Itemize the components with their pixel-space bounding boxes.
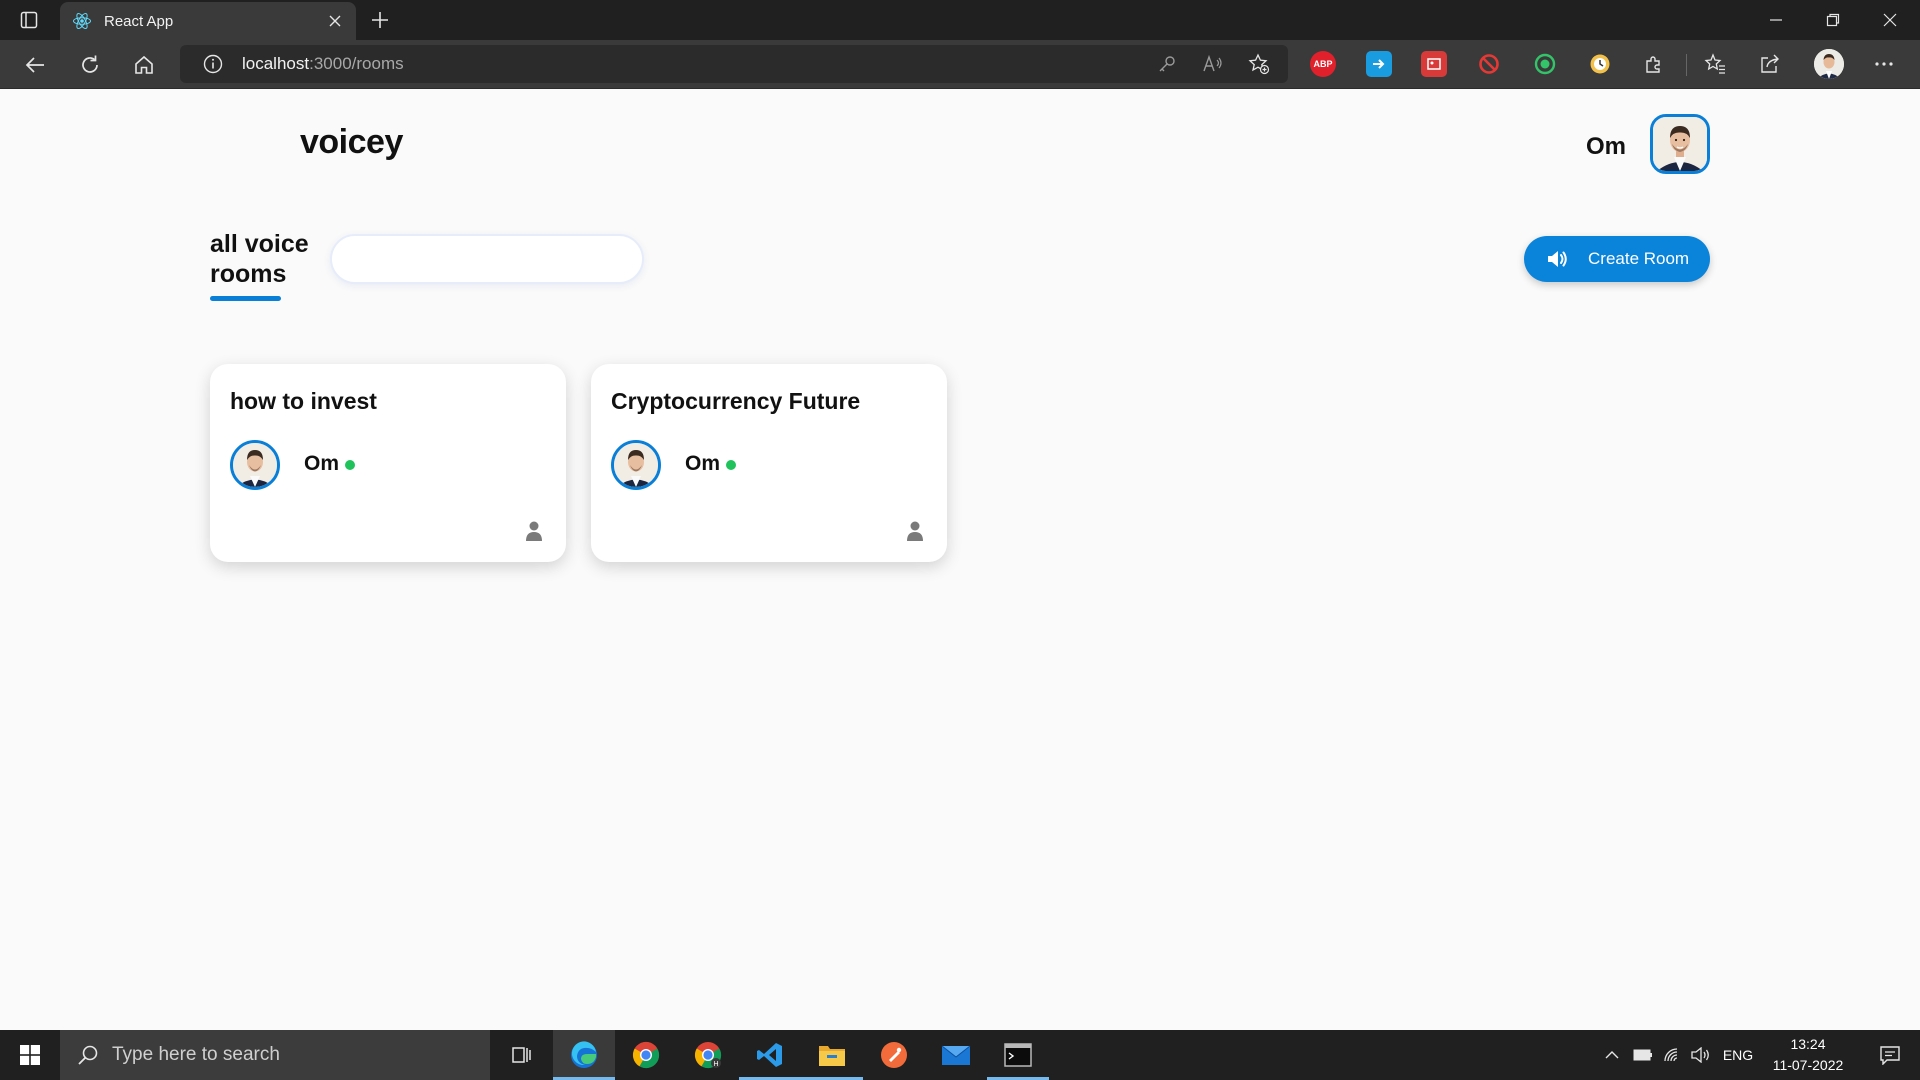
svg-text:H: H <box>713 1061 718 1068</box>
share-icon[interactable] <box>1757 51 1783 77</box>
search-icon <box>78 1045 98 1065</box>
clock-date: 11-07-2022 <box>1772 1057 1844 1073</box>
speaker-name: Om <box>304 452 340 475</box>
url-host: localhost <box>242 54 310 73</box>
new-tab-icon[interactable] <box>366 6 394 34</box>
heading-underline <box>210 296 281 301</box>
refresh-icon[interactable] <box>73 48 107 82</box>
online-indicator <box>726 460 736 470</box>
block-ext-icon[interactable] <box>1476 51 1502 77</box>
windows-taskbar: Type here to search H ENG 13:24 11-07-20… <box>0 1030 1920 1080</box>
tab-actions-icon[interactable] <box>18 9 40 31</box>
language-label: ENG <box>1722 1047 1754 1063</box>
extensions-puzzle-icon[interactable] <box>1641 51 1667 77</box>
favorites-icon[interactable] <box>1702 51 1728 77</box>
address-bar[interactable]: localhost:3000/rooms <box>180 45 1288 83</box>
create-room-label: Create Room <box>1588 249 1690 268</box>
online-indicator <box>345 460 355 470</box>
edge-app-icon[interactable] <box>553 1030 615 1080</box>
close-window-icon[interactable] <box>1862 0 1918 40</box>
url-path: :3000/rooms <box>309 54 404 73</box>
volume-icon[interactable] <box>1688 1030 1714 1080</box>
react-icon <box>72 11 92 31</box>
browser-titlebar: React App <box>0 0 1920 40</box>
create-room-button[interactable]: Create Room <box>1524 236 1710 282</box>
read-aloud-icon[interactable] <box>1200 51 1226 77</box>
browser-tab-active[interactable]: React App <box>60 2 356 40</box>
file-explorer-app-icon[interactable] <box>801 1030 863 1080</box>
room-card[interactable]: Cryptocurrency Future Om <box>591 364 947 562</box>
current-user-name[interactable]: Om <box>1586 133 1626 161</box>
target-ext-icon[interactable] <box>1532 51 1558 77</box>
clock-ext-icon[interactable] <box>1587 51 1613 77</box>
gallery-ext-icon[interactable] <box>1421 51 1447 77</box>
room-search-input[interactable] <box>330 234 644 284</box>
mail-app-icon[interactable] <box>925 1030 987 1080</box>
chrome-app-icon[interactable] <box>615 1030 677 1080</box>
show-hidden-icons-chevron-icon[interactable] <box>1600 1030 1624 1080</box>
taskbar-clock[interactable]: 13:24 11-07-2022 <box>1764 1034 1852 1076</box>
soundwave-logo-icon <box>245 126 295 159</box>
terminal-app-icon[interactable] <box>987 1030 1049 1080</box>
restore-icon[interactable] <box>1805 0 1861 40</box>
person-icon <box>907 521 923 541</box>
rooms-page: voicey Om all voice rooms Create Room ho… <box>0 89 1920 1030</box>
notifications-icon[interactable] <box>1866 1030 1914 1080</box>
speaker-icon <box>1544 246 1570 272</box>
speaker-avatar <box>611 440 661 490</box>
current-user-avatar[interactable] <box>1650 114 1710 174</box>
tab-close-icon[interactable] <box>320 6 350 36</box>
profile-avatar[interactable] <box>1814 49 1844 79</box>
tab-title: React App <box>104 12 174 30</box>
key-icon[interactable] <box>1154 51 1180 77</box>
home-icon[interactable] <box>127 48 161 82</box>
toolbar-separator <box>1686 54 1687 76</box>
minimize-icon[interactable] <box>1748 0 1804 40</box>
adblock-icon[interactable]: ABP <box>1310 51 1336 77</box>
postman-app-icon[interactable] <box>863 1030 925 1080</box>
speaker-avatar <box>230 440 280 490</box>
room-card[interactable]: how to invest Om <box>210 364 566 562</box>
task-view-icon[interactable] <box>490 1030 552 1080</box>
browser-navbar: localhost:3000/rooms ABP <box>0 40 1920 89</box>
taskbar-search-placeholder: Type here to search <box>112 1044 280 1065</box>
site-info-icon[interactable] <box>202 53 224 75</box>
clock-time: 13:24 <box>1790 1036 1826 1052</box>
wifi-icon[interactable] <box>1660 1030 1686 1080</box>
more-options-icon[interactable] <box>1871 51 1897 77</box>
speaker-name: Om <box>685 452 721 475</box>
person-icon <box>526 521 542 541</box>
page-heading: all voice rooms <box>210 230 309 288</box>
vscode-app-icon[interactable] <box>739 1030 801 1080</box>
battery-icon[interactable] <box>1630 1030 1656 1080</box>
room-topic: how to invest <box>230 388 377 414</box>
back-icon[interactable] <box>18 48 52 82</box>
room-topic: Cryptocurrency Future <box>611 388 861 414</box>
chrome-profile-app-icon[interactable]: H <box>677 1030 739 1080</box>
logo[interactable]: voicey <box>244 123 403 162</box>
add-favorite-icon[interactable] <box>1246 51 1272 77</box>
send-tab-icon[interactable] <box>1366 51 1392 77</box>
windows-start-icon[interactable] <box>0 1030 60 1080</box>
taskbar-search[interactable]: Type here to search <box>60 1030 490 1080</box>
input-language[interactable]: ENG <box>1718 1030 1758 1080</box>
brand-name: voicey <box>300 123 403 161</box>
